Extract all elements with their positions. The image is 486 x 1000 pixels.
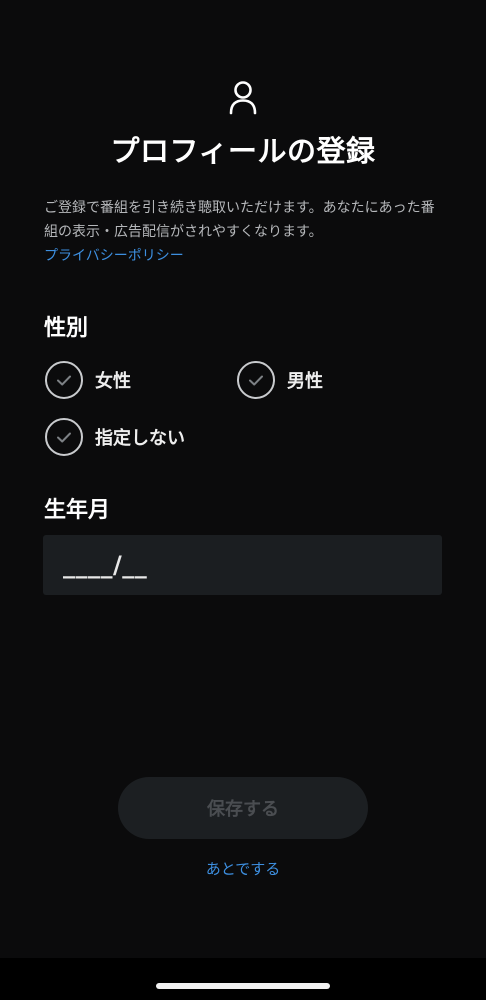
gender-option-label: 男性 <box>287 371 323 392</box>
birth-month-section-label: 生年月 <box>44 498 111 523</box>
home-indicator[interactable] <box>156 983 330 989</box>
gender-option-label: 女性 <box>95 371 131 392</box>
birth-month-input[interactable]: ____/__ <box>43 535 442 595</box>
gender-option-unspecified[interactable]: 指定しない <box>45 417 185 457</box>
person-outline-icon <box>229 81 257 115</box>
registration-description: ご登録で番組を引き続き聴取いただけます。あなたにあった番組の表示・広告配信がされ… <box>44 200 435 240</box>
check-circle-icon[interactable] <box>237 361 275 399</box>
privacy-policy-link[interactable]: プライバシーポリシー <box>44 244 184 268</box>
profile-registration-screen: プロフィールの登録 ご登録で番組を引き続き聴取いただけます。あなたにあった番組の… <box>0 0 486 1000</box>
skip-later-link[interactable]: あとでする <box>0 858 486 879</box>
check-circle-icon[interactable] <box>45 361 83 399</box>
birth-month-placeholder: ____/__ <box>63 551 148 579</box>
bottom-safe-area <box>0 958 486 1000</box>
gender-option-male[interactable]: 男性 <box>237 360 323 400</box>
save-button[interactable]: 保存する <box>118 777 368 839</box>
gender-option-label: 指定しない <box>95 428 185 449</box>
page-title: プロフィールの登録 <box>110 134 376 168</box>
check-circle-icon[interactable] <box>45 418 83 456</box>
gender-option-female[interactable]: 女性 <box>45 360 131 400</box>
gender-section-label: 性別 <box>44 316 89 341</box>
